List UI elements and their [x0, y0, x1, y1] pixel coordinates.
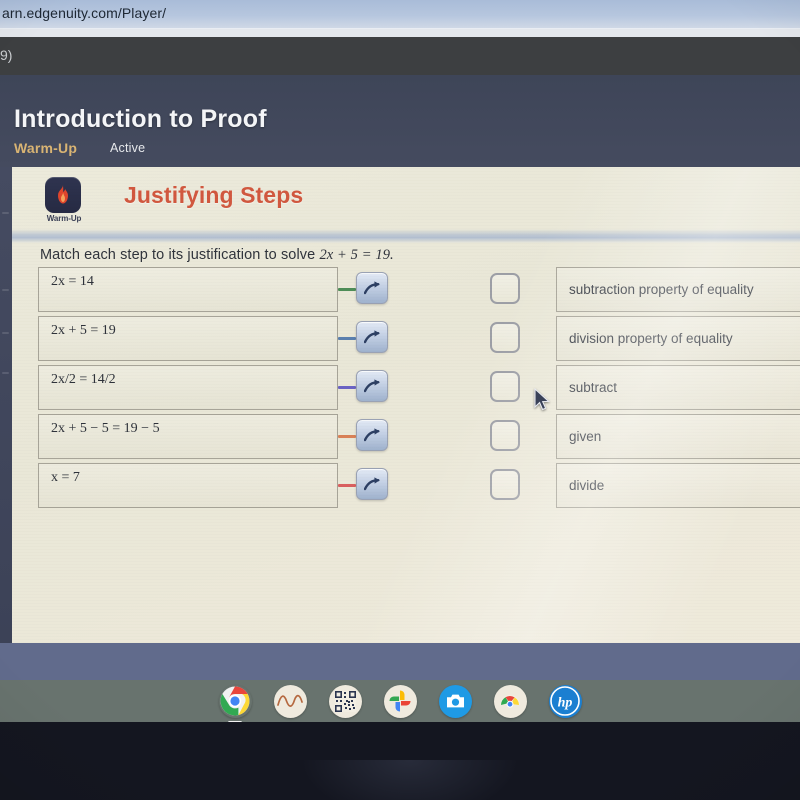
- tab-partial-text: 9): [0, 47, 13, 63]
- svg-text:hp: hp: [558, 696, 573, 711]
- step-arrow-button[interactable]: [356, 370, 388, 402]
- chrome-icon: [220, 686, 250, 716]
- justification-box[interactable]: given: [556, 414, 800, 459]
- page-title: Introduction to Proof: [14, 105, 267, 133]
- instruction-text: Match each step to its justification to …: [40, 247, 394, 264]
- rail-tick: [2, 289, 9, 291]
- camera-icon: [446, 694, 464, 708]
- instruction-prefix: Match each step to its justification to …: [40, 247, 320, 263]
- step-text: 2x = 14: [51, 274, 94, 289]
- card-title-row: Warm-Up Justifying Steps: [12, 167, 800, 237]
- step-arrow-button[interactable]: [356, 468, 388, 500]
- rail-tick: [2, 212, 9, 214]
- url-bar-underline: [0, 29, 800, 37]
- justification-box[interactable]: subtraction property of equality: [556, 267, 800, 312]
- justification-checkbox[interactable]: [490, 322, 520, 353]
- justification-checkbox[interactable]: [490, 273, 520, 304]
- lesson-header: Introduction to Proof Warm-Up Active: [0, 75, 800, 167]
- curved-arrow-icon: [363, 280, 380, 294]
- step-row: 2x + 5 = 19: [26, 316, 388, 365]
- desktop-band: [0, 643, 800, 680]
- desk-glow: [300, 760, 520, 800]
- step-arrow-button[interactable]: [356, 272, 388, 304]
- step-row: x = 7: [26, 463, 388, 512]
- step-arrow-button[interactable]: [356, 419, 388, 451]
- browser-url-bar[interactable]: arn.edgenuity.com/Player/: [0, 0, 800, 29]
- hp-logo-icon: hp: [550, 686, 580, 716]
- step-text: 2x/2 = 14/2: [51, 372, 116, 387]
- justification-row: division property of equality: [490, 316, 800, 365]
- desmos-wave-icon: [277, 694, 303, 707]
- step-box[interactable]: 2x + 5 = 19: [38, 316, 338, 361]
- chrome-alt-icon[interactable]: [493, 684, 527, 718]
- connector-line: [338, 288, 356, 291]
- chrome-alt-icon: [500, 695, 520, 708]
- justification-text: division property of equality: [569, 331, 733, 346]
- desmos-wave-icon[interactable]: [273, 684, 307, 718]
- curved-arrow-icon: [363, 378, 380, 392]
- step-box[interactable]: 2x = 14: [38, 267, 338, 312]
- tab-warm-up[interactable]: Warm-Up: [14, 140, 77, 156]
- monitor-screen-photo: arn.edgenuity.com/Player/ 9) Introductio…: [0, 0, 800, 800]
- step-row: 2x/2 = 14/2: [26, 365, 388, 414]
- justification-checkbox[interactable]: [490, 371, 520, 402]
- justification-text: subtract: [569, 380, 618, 395]
- lesson-content-card: Warm-Up Justifying Steps Match each step…: [12, 167, 800, 643]
- hp-logo-icon[interactable]: hp: [548, 684, 582, 718]
- steps-column: 2x = 14 2x + 5 = 19 2x/2 = 14/2 2x + 5 −…: [26, 267, 388, 512]
- justification-row: given: [490, 414, 800, 463]
- google-photos-icon: [389, 690, 411, 712]
- rail-tick: [2, 372, 9, 374]
- connector-line: [338, 484, 356, 487]
- connector-line: [338, 337, 356, 340]
- chrome-icon[interactable]: [219, 685, 252, 724]
- step-row: 2x + 5 − 5 = 19 − 5: [26, 414, 388, 463]
- justification-checkbox[interactable]: [490, 420, 520, 451]
- curved-arrow-icon: [363, 329, 380, 343]
- url-text: arn.edgenuity.com/Player/: [2, 5, 167, 21]
- step-text: 2x + 5 − 5 = 19 − 5: [51, 421, 160, 436]
- qr-code-icon: [334, 690, 356, 712]
- justification-text: subtraction property of equality: [569, 282, 754, 297]
- google-photos-icon[interactable]: [383, 684, 417, 718]
- instruction-equation: 2x + 5 = 19.: [319, 247, 394, 263]
- step-text: x = 7: [51, 470, 80, 485]
- justification-text: given: [569, 429, 602, 444]
- step-box[interactable]: x = 7: [38, 463, 338, 508]
- justification-row: divide: [490, 463, 800, 512]
- sidebar-rail: [0, 167, 12, 643]
- camera-icon[interactable]: [438, 684, 472, 718]
- qr-code-icon[interactable]: [328, 684, 362, 718]
- browser-tab-band: 9): [0, 37, 800, 75]
- tab-active[interactable]: Active: [110, 141, 145, 155]
- warm-up-badge: [45, 177, 81, 213]
- justification-box[interactable]: division property of equality: [556, 316, 800, 361]
- justification-box[interactable]: divide: [556, 463, 800, 508]
- step-arrow-button[interactable]: [356, 321, 388, 353]
- curved-arrow-icon: [363, 427, 380, 441]
- step-text: 2x + 5 = 19: [51, 323, 116, 338]
- connector-line: [338, 435, 356, 438]
- justification-checkbox[interactable]: [490, 469, 520, 500]
- justification-row: subtract: [490, 365, 800, 414]
- step-box[interactable]: 2x + 5 − 5 = 19 − 5: [38, 414, 338, 459]
- justifications-column: subtraction property of equality divisio…: [490, 267, 800, 512]
- justification-box[interactable]: subtract: [556, 365, 800, 410]
- shelf-icon-row: hp: [0, 680, 800, 724]
- justification-row: subtraction property of equality: [490, 267, 800, 316]
- rail-tick: [2, 332, 9, 334]
- warm-up-badge-label: Warm-Up: [46, 214, 82, 223]
- card-title: Justifying Steps: [124, 182, 304, 208]
- flame-icon: [58, 185, 68, 204]
- justification-text: divide: [569, 478, 605, 493]
- card-title-divider: [12, 229, 800, 243]
- curved-arrow-icon: [363, 476, 380, 490]
- step-row: 2x = 14: [26, 267, 388, 316]
- step-box[interactable]: 2x/2 = 14/2: [38, 365, 338, 410]
- connector-line: [338, 386, 356, 389]
